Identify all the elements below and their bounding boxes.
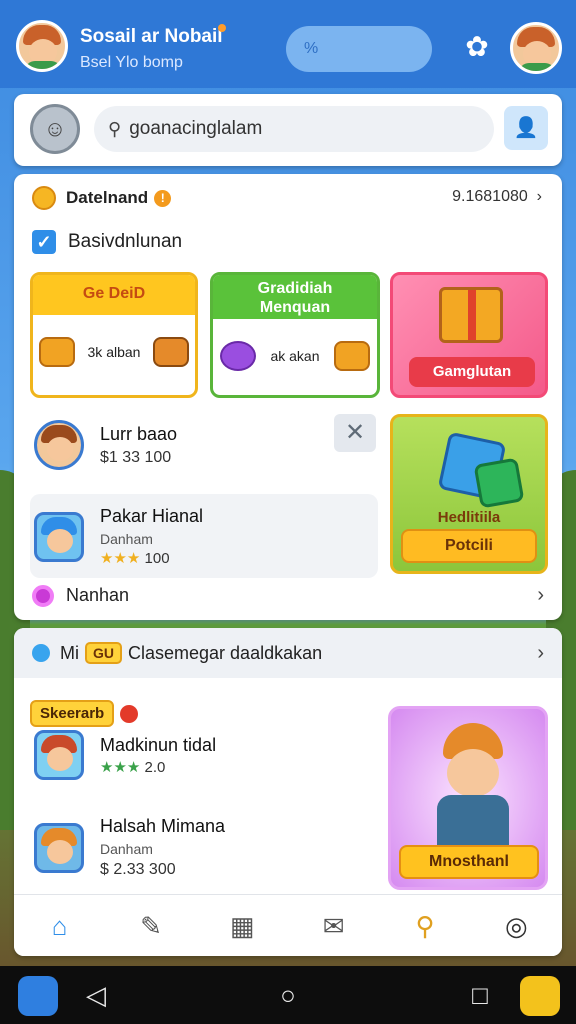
chevron-right-icon: › [537,584,544,606]
hero-face [447,749,499,797]
check-row[interactable]: ✓ Basivdnlunan [32,230,182,254]
tag-badge: Skeerarb [30,700,139,727]
player-avatar [34,822,84,873]
log-icon [333,341,370,371]
tile-1-title: Ge DeiD [33,275,195,315]
system-nav-bar: ◁ ○ □ [0,966,576,1024]
back-icon[interactable]: ◁ [76,980,116,1011]
alert-icon [120,704,139,723]
hero-card[interactable]: Mnosthanl [388,706,548,890]
profile-avatar[interactable] [16,20,68,72]
player-avatar [34,730,84,780]
header-badge: GU [85,642,122,664]
tile-1-item-text: 3k alban [87,344,141,360]
mic-icon: % [304,40,319,57]
reward-tile-2[interactable]: Gradidiah Menquan ak akan [210,272,380,398]
stars-icon: ★★★ [100,550,141,567]
bottom-nav: ⌂ ✎ ▦ ✉ ⚲ ◎ [14,894,562,956]
chevron-right-icon: › [532,188,542,205]
header-subtitle: Bsel Ylo bomp [80,54,183,71]
friend-avatar[interactable] [510,22,562,74]
rating-value: 2.0 [144,758,166,776]
home-icon[interactable]: ⌂ [40,906,80,946]
dice-tile-label: Hedlitiila [437,509,501,526]
nav-row[interactable]: Nanhan › [32,584,544,607]
header-badge-text: Mi [60,642,79,663]
home-button-icon[interactable]: ○ [268,980,308,1011]
player-rating: ★★★ 2.0 [100,758,216,776]
player-name: Lurr baao [100,423,178,444]
chest-icon [152,337,189,367]
header-title: Sosail ar Nobail [80,26,223,47]
dice-button[interactable]: Potcili [401,529,537,563]
dice-tile[interactable]: Hedlitiila Potcili [390,414,548,574]
search-icon: ⚲ [108,118,122,139]
tag-label: Skeerarb [30,700,115,727]
notification-icon[interactable]: ✉ [314,906,354,946]
list-item[interactable]: Madkinun tidal ★★★ 2.0 [34,730,216,780]
list-item[interactable]: Halsah Mimana Danham $ 2.33 300 [34,816,225,879]
settings-icon[interactable]: ◎ [496,906,536,946]
gift-tile[interactable]: Gamglutan [390,272,548,398]
player-avatar [34,511,84,562]
gear-item-icon [220,341,257,371]
chevron-right-icon: › [537,641,544,664]
list-item[interactable]: Pakar Hianal Danham ★★★ 100 [34,506,203,567]
stars-icon: ★★★ [100,758,141,776]
rating-value: 100 [144,550,170,567]
key-icon [39,337,76,367]
brush-icon[interactable]: ✎ [131,906,171,946]
gift-button[interactable]: Gamglutan [409,357,535,387]
dice-icon [473,457,525,509]
close-button[interactable]: ✕ [334,414,376,452]
top-header: Sosail ar Nobail Bsel Ylo bomp % ✿ [0,0,576,88]
check-label: Basivdnlunan [68,231,183,252]
lower-card: Mi GU Clasemegar daaldkakan › Skeerarb M… [14,628,562,956]
instagram-icon [32,584,54,607]
document-icon[interactable]: ▦ [222,906,262,946]
player-name: Pakar Hianal [100,506,204,526]
search-card: ☺ ⚲ goanacinglalam 👤 [14,94,562,166]
cloud-icon [32,644,50,662]
close-icon: ✕ [344,419,366,446]
lower-card-title: Clasemegar daaldkakan [128,642,323,663]
person-icon: 👤 [513,117,539,139]
player-avatar [34,420,84,470]
player-value: $1 33 100 [100,448,172,466]
player-rating: ★★★ 100 [100,549,203,567]
tile-2-item-text: ak akan [270,348,320,364]
section-title: Datelnand [66,188,149,207]
lower-card-header[interactable]: Mi GU Clasemegar daaldkakan › [14,628,562,678]
coin-icon [32,186,56,210]
player-name: Halsah Mimana [100,816,226,836]
gift-box-icon [439,287,503,343]
gear-icon[interactable]: ✿ [462,32,492,62]
hero-body [437,795,509,845]
user-avatar-icon[interactable]: ☺ [30,104,80,154]
recents-icon[interactable]: □ [460,980,500,1011]
notification-dot [218,24,226,32]
location-icon[interactable]: ⚲ [405,906,445,946]
reward-tile-1[interactable]: Ge DeiD 3k alban [30,272,198,398]
user-button[interactable]: 👤 [504,106,548,150]
player-value: $ 2.33 300 [100,861,176,878]
main-card: Datelnand ! 9.1681080 › ✓ Basivdnlunan G… [14,174,562,620]
hero-button[interactable]: Mnosthanl [399,845,539,879]
checkbox[interactable]: ✓ [32,230,56,254]
app-icon[interactable] [18,976,58,1016]
tile-2-title: Gradidiah Menquan [213,275,377,319]
section-value-text: 9.1681080 [452,188,528,205]
search-input[interactable]: ⚲ goanacinglalam [94,106,494,152]
search-placeholder: goanacinglalam [129,118,263,139]
player-name: Madkinun tidal [100,734,217,755]
player-subtitle: Danham [100,841,153,857]
nav-row-label: Nanhan [66,585,130,605]
list-item[interactable]: Lurr baao $1 33 100 [34,420,177,470]
player-subtitle: Danham [100,531,153,547]
game-app-icon[interactable] [520,976,560,1016]
info-icon[interactable]: ! [154,189,172,207]
section-header[interactable]: Datelnand ! [32,186,172,210]
section-value[interactable]: 9.1681080 › [452,188,542,206]
header-pill-button[interactable]: % [286,26,432,72]
